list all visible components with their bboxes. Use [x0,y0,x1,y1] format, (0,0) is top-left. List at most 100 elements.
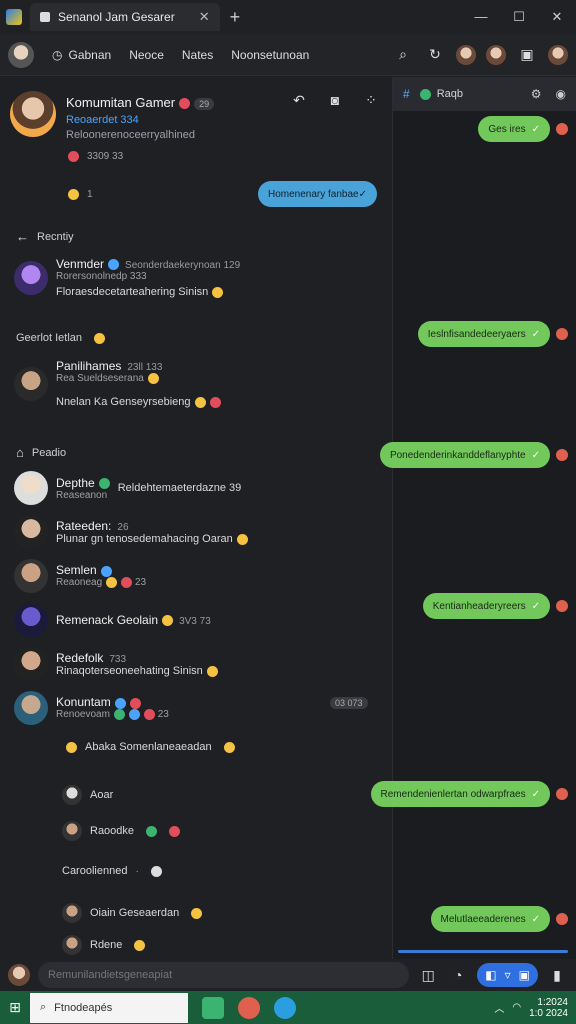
avatar [14,260,48,295]
clock-icon: ◷ [52,47,63,62]
contact-avatar-2[interactable] [486,44,506,65]
chat-row[interactable]: Semlen Reaoneag 23 [14,559,146,593]
image-icon[interactable]: ▣ [519,968,530,982]
sticker-icon[interactable]: ◧ [485,968,496,982]
thread-message[interactable]: Caroolienned · [62,865,162,877]
user-avatar[interactable] [8,41,34,68]
chat-row[interactable]: Venmder Seonderdaekerynoan 129 Rorersonol… [14,257,240,298]
app-icon-edge[interactable] [274,996,296,1019]
app-icon-browser[interactable] [238,996,260,1019]
close-window-button[interactable]: ✕ [538,9,576,25]
outgoing-bubble[interactable]: Ges ires ✓ [478,116,550,142]
chevron-up-icon[interactable]: ︿ [494,1000,504,1015]
thread-text: Oiain Geseaerdan [90,907,180,919]
chat-detail-pane: # Raqb ⚙ ◉ [392,77,576,959]
section-pead[interactable]: ⌂ Peadio [16,445,66,460]
incoming-bubble[interactable]: Homenenary fanbae ✓ [258,181,378,207]
section-recent[interactable]: ← Recntiy [16,229,74,244]
chat-row[interactable]: Panilihames 23ll 133 Rea Sueldseserana Nn… [14,359,221,408]
outgoing-bubble[interactable]: Melutlaeeaderenes ✓ [430,906,550,932]
composer-avatar[interactable] [8,964,30,986]
wifi-icon[interactable]: ◠ [512,1002,521,1013]
taskbar-search[interactable]: ⌕ Ftnodeapés [30,992,188,1023]
browser-tab[interactable]: Senanol Jam Gesarer ✕ [30,3,220,31]
emoji-icon [209,396,221,408]
check-icon: ✓ [358,188,368,200]
back-arrow-icon: ← [16,229,29,244]
emoji-icon [194,396,206,408]
maximize-button[interactable]: ☐ [500,9,538,25]
reply-icon[interactable]: ↶ [288,89,310,111]
bubble-text: Ges ires [488,123,526,135]
emoji-icon [147,373,159,384]
scroll-indicator [398,950,568,953]
attach-icon[interactable]: ◫ [417,964,439,986]
thread-text: Raoodke [90,825,135,837]
thread-message[interactable]: Raoodke [62,821,181,841]
system-tray: ︿ ◠ 1:2024 1:0 2024 [494,997,568,1019]
refresh-icon[interactable]: ↻ [424,44,446,66]
thread-message[interactable]: Abaka Somenlaneaeadan [62,741,235,753]
bubble-text: Remendenienlertan odwarpfraes [380,788,526,800]
gif-icon[interactable]: ▿ [505,968,511,982]
profile-avatar[interactable] [548,44,568,65]
group-header[interactable]: Komumitan Gamer 29 Reoaerdet 334 Relooner… [10,91,215,141]
timer-icon[interactable]: ◔ [447,964,469,986]
chat-row[interactable]: Depthe Reaseanon Reldehtemaeterdazne 39 [14,471,241,505]
nav-label: Gabnan [68,47,112,62]
outgoing-bubble[interactable]: Kentianheaderyreers ✓ [422,593,550,619]
group-status: Reoaerdet 334 [66,114,139,126]
emoji-icon [179,98,191,110]
section-topics[interactable]: Geerlot Ietlan [16,332,106,344]
tab-close-icon[interactable]: ✕ [199,9,210,25]
time-chip: 03 073 [330,697,368,709]
thread-message[interactable]: Rdene [62,935,146,955]
member-count-badge: 29 [194,98,215,110]
nav-item-neoce[interactable]: Neoce [129,48,164,62]
quick-actions[interactable]: ◧ ▿ ▣ [477,963,538,987]
windows-start-icon[interactable]: ⊞ [0,993,30,1023]
new-tab-button[interactable]: + [230,7,241,28]
settings-icon[interactable]: ⚙ [531,87,542,101]
section-label: Recntiy [37,230,74,243]
clock[interactable]: 1:2024 1:0 2024 [529,997,568,1019]
check-icon: ✓ [531,123,540,135]
book-icon[interactable]: ▣ [516,44,538,66]
emoji-icon [134,939,146,951]
search-icon[interactable]: ⌕ [392,44,414,66]
thread-text: Rdene [90,939,123,951]
nav-label: Noonsetunoan [231,47,310,62]
outgoing-bubble[interactable]: Remendenienlertan odwarpfraes ✓ [370,781,550,807]
search-icon: ⌕ [40,1001,47,1013]
reaction-icon [556,123,568,135]
message-input[interactable] [38,962,410,988]
user-icon[interactable]: ◉ [556,87,566,101]
avatar [14,603,48,637]
bubble-text: Melutlaeeaderenes [440,913,526,925]
verified-icon [108,259,120,271]
nav-item-nates[interactable]: Nates [182,48,213,62]
chat-name: Depthe [56,475,95,490]
contact-avatar[interactable] [456,44,476,65]
bubble-text: Ieslnfisandedeeryaers [427,328,526,340]
camera-icon[interactable]: ◙ [324,89,346,111]
minimize-button[interactable]: — [462,9,500,25]
chat-name: Redefolk [56,651,104,665]
chat-row[interactable]: Redefolk 733 Rinaqoterseoneehating Sinisn [14,647,218,681]
thread-message[interactable]: Oiain Geseaerdan [62,903,203,923]
app-icon-spreadsheet[interactable] [202,996,224,1019]
reaction-line: 3309 33 [64,151,123,162]
chat-row[interactable]: Konuntam Renoevoam 23 [14,691,169,725]
status-icon [419,88,431,100]
grid-icon[interactable]: ⁘ [360,89,382,111]
thread-message[interactable]: Aoar [62,785,113,805]
outgoing-bubble[interactable]: Ponedenderinkanddeflanyphte ✓ [379,442,550,468]
nav-item-gabnan[interactable]: ◷ Gabnan [52,48,111,62]
mic-icon[interactable]: ▮ [546,964,568,986]
outgoing-bubble[interactable]: Ieslnfisandedeeryaers ✓ [417,321,550,347]
chat-row[interactable]: Remenack Geolain 3V3 73 [14,603,211,637]
chat-row[interactable]: Rateeden: 26 Plunar gn tenosedemahacing O… [14,515,248,549]
emoji-icon [113,709,125,721]
emoji-icon [66,741,77,753]
nav-item-noonsetunoan[interactable]: Noonsetunoan [231,48,309,62]
